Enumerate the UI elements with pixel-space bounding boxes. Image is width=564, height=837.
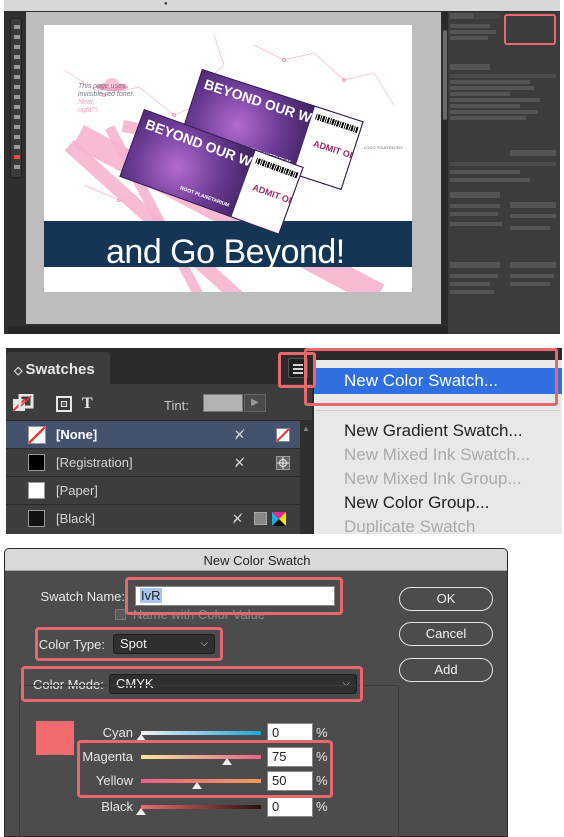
cyan-slider[interactable] bbox=[141, 731, 261, 735]
panel-tab[interactable] bbox=[450, 192, 500, 198]
slider-label-cyan: Cyan bbox=[102, 725, 133, 740]
menu-item-new-mixed-ink-group[interactable]: New Mixed Ink Group... bbox=[344, 469, 522, 489]
pen-tool-icon[interactable] bbox=[14, 85, 20, 89]
none-swatch-icon bbox=[28, 426, 46, 444]
swatch-label: [Registration] bbox=[56, 455, 133, 470]
swatches-panel: ◇ Swatches T Tint: ▶ [None] ✕̸ [Registra… bbox=[6, 348, 312, 534]
hand-tool-icon[interactable] bbox=[14, 165, 20, 169]
panel-tab[interactable] bbox=[450, 262, 500, 268]
registration-swatch-chip bbox=[28, 454, 45, 471]
document-page[interactable]: This page uses invisible red toner. Neat… bbox=[44, 25, 412, 292]
note-line: right?! bbox=[78, 107, 98, 114]
black-slider-thumb[interactable] bbox=[136, 808, 146, 815]
menu-item-new-gradient-swatch[interactable]: New Gradient Swatch... bbox=[344, 421, 523, 441]
swatch-row-registration[interactable]: [Registration] ✕̸ bbox=[6, 448, 306, 476]
panel-tab[interactable] bbox=[510, 150, 556, 156]
indesign-workspace-screenshot: ● This page uses invisible red toner. Ne… bbox=[4, 0, 560, 334]
panel-tab[interactable] bbox=[510, 202, 556, 208]
small-caption: LOGO YOUR ENTRY bbox=[364, 145, 403, 150]
swatch-label: [None] bbox=[56, 427, 98, 442]
panel-title: Swatches bbox=[25, 361, 95, 378]
add-button[interactable]: Add bbox=[399, 658, 493, 682]
scrollbar-thumb[interactable] bbox=[443, 30, 447, 120]
free-transform-tool-icon[interactable] bbox=[14, 135, 20, 139]
selection-tool-icon[interactable] bbox=[14, 25, 20, 29]
menu-item-new-color-group[interactable]: New Color Group... bbox=[344, 493, 490, 513]
percent-unit: % bbox=[316, 725, 328, 740]
ok-button[interactable]: OK bbox=[399, 587, 493, 611]
tools-panel bbox=[10, 18, 22, 178]
new-color-swatch-dialog: New Color Swatch Swatch Name: IvR Name w… bbox=[4, 548, 508, 837]
non-editable-icon: ✕̸ bbox=[234, 427, 245, 442]
highlight-callout bbox=[125, 577, 343, 615]
tint-arrow-button[interactable]: ▶ bbox=[244, 394, 266, 412]
none-color-icon bbox=[276, 428, 290, 442]
page-tool-icon[interactable] bbox=[14, 45, 20, 49]
note-line: Neat, bbox=[78, 99, 95, 106]
rectangle-frame-tool-icon[interactable] bbox=[14, 105, 20, 109]
paper-swatch-chip bbox=[28, 482, 45, 499]
gradient-tool-icon[interactable] bbox=[14, 145, 20, 149]
swatch-label: [Black] bbox=[56, 511, 96, 526]
highlight-callout bbox=[504, 14, 556, 45]
dialog-title-bar: New Color Swatch bbox=[5, 549, 507, 571]
black-value-input[interactable]: 0 bbox=[267, 797, 313, 817]
pencil-tool-icon[interactable] bbox=[14, 95, 20, 99]
tint-input[interactable] bbox=[203, 394, 243, 412]
registration-icon bbox=[276, 456, 290, 470]
swatch-label: [Paper] bbox=[56, 483, 98, 498]
panel-tab[interactable] bbox=[476, 13, 500, 19]
fill-stroke-swap-icon[interactable] bbox=[12, 394, 34, 414]
black-slider[interactable] bbox=[141, 805, 261, 809]
swatch-name-label: Swatch Name: bbox=[40, 589, 125, 604]
headline-text: and Go Beyond! bbox=[106, 233, 345, 271]
collapse-icon[interactable]: ◇ bbox=[14, 365, 26, 377]
swatch-row-none[interactable]: [None] ✕̸ bbox=[6, 420, 306, 448]
highlight-callout bbox=[304, 348, 558, 406]
slider-label-black: Black bbox=[101, 799, 133, 814]
swatches-panel-screenshot: ◇ Swatches T Tint: ▶ [None] ✕̸ [Registra… bbox=[6, 348, 562, 534]
black-swatch-chip bbox=[28, 510, 45, 527]
process-color-icon bbox=[254, 512, 267, 525]
cmyk-icon bbox=[272, 512, 286, 526]
menu-item-new-mixed-ink-swatch[interactable]: New Mixed Ink Swatch... bbox=[344, 445, 530, 465]
scissors-tool-icon[interactable] bbox=[14, 125, 20, 129]
swatches-scrollbar[interactable]: ▲ bbox=[300, 420, 312, 534]
note-line: invisible red toner. bbox=[78, 91, 135, 98]
highlight-callout bbox=[35, 627, 223, 661]
direct-selection-tool-icon[interactable] bbox=[14, 35, 20, 39]
menu-item-duplicate-swatch[interactable]: Duplicate Swatch bbox=[344, 517, 475, 534]
formatting-container-icon[interactable] bbox=[56, 396, 72, 412]
dialog-title: New Color Swatch bbox=[203, 553, 311, 568]
type-tool-icon[interactable] bbox=[14, 65, 20, 69]
window-title-bar: ● bbox=[4, 0, 560, 11]
tint-label: Tint: bbox=[164, 398, 189, 413]
scroll-up-icon[interactable]: ▲ bbox=[302, 424, 310, 433]
swatch-row-paper[interactable]: [Paper] bbox=[6, 476, 306, 504]
rectangle-tool-icon[interactable] bbox=[14, 115, 20, 119]
cancel-button[interactable]: Cancel bbox=[399, 622, 493, 646]
swatches-toolbar: T Tint: ▶ bbox=[6, 388, 312, 420]
panel-tab[interactable] bbox=[510, 262, 556, 268]
panel-tab[interactable] bbox=[450, 13, 474, 19]
gap-tool-icon[interactable] bbox=[14, 55, 20, 59]
swatch-row-black[interactable]: [Black] ✕̸ bbox=[6, 504, 306, 532]
swatches-tab[interactable]: ◇ Swatches bbox=[6, 352, 110, 384]
non-editable-icon: ✕̸ bbox=[232, 511, 243, 526]
fill-stroke-icon[interactable] bbox=[14, 155, 20, 159]
line-tool-icon[interactable] bbox=[14, 75, 20, 79]
non-editable-icon: ✕̸ bbox=[234, 455, 245, 470]
highlight-callout bbox=[21, 666, 363, 702]
side-panels bbox=[448, 12, 560, 334]
percent-unit: % bbox=[316, 799, 328, 814]
formatting-text-icon[interactable]: T bbox=[82, 395, 93, 413]
note-line: This page uses bbox=[78, 83, 126, 90]
swatches-panel-tab[interactable] bbox=[450, 64, 490, 70]
highlight-callout bbox=[77, 740, 333, 798]
window-title: ● bbox=[164, 1, 168, 7]
status-bar bbox=[8, 326, 448, 334]
